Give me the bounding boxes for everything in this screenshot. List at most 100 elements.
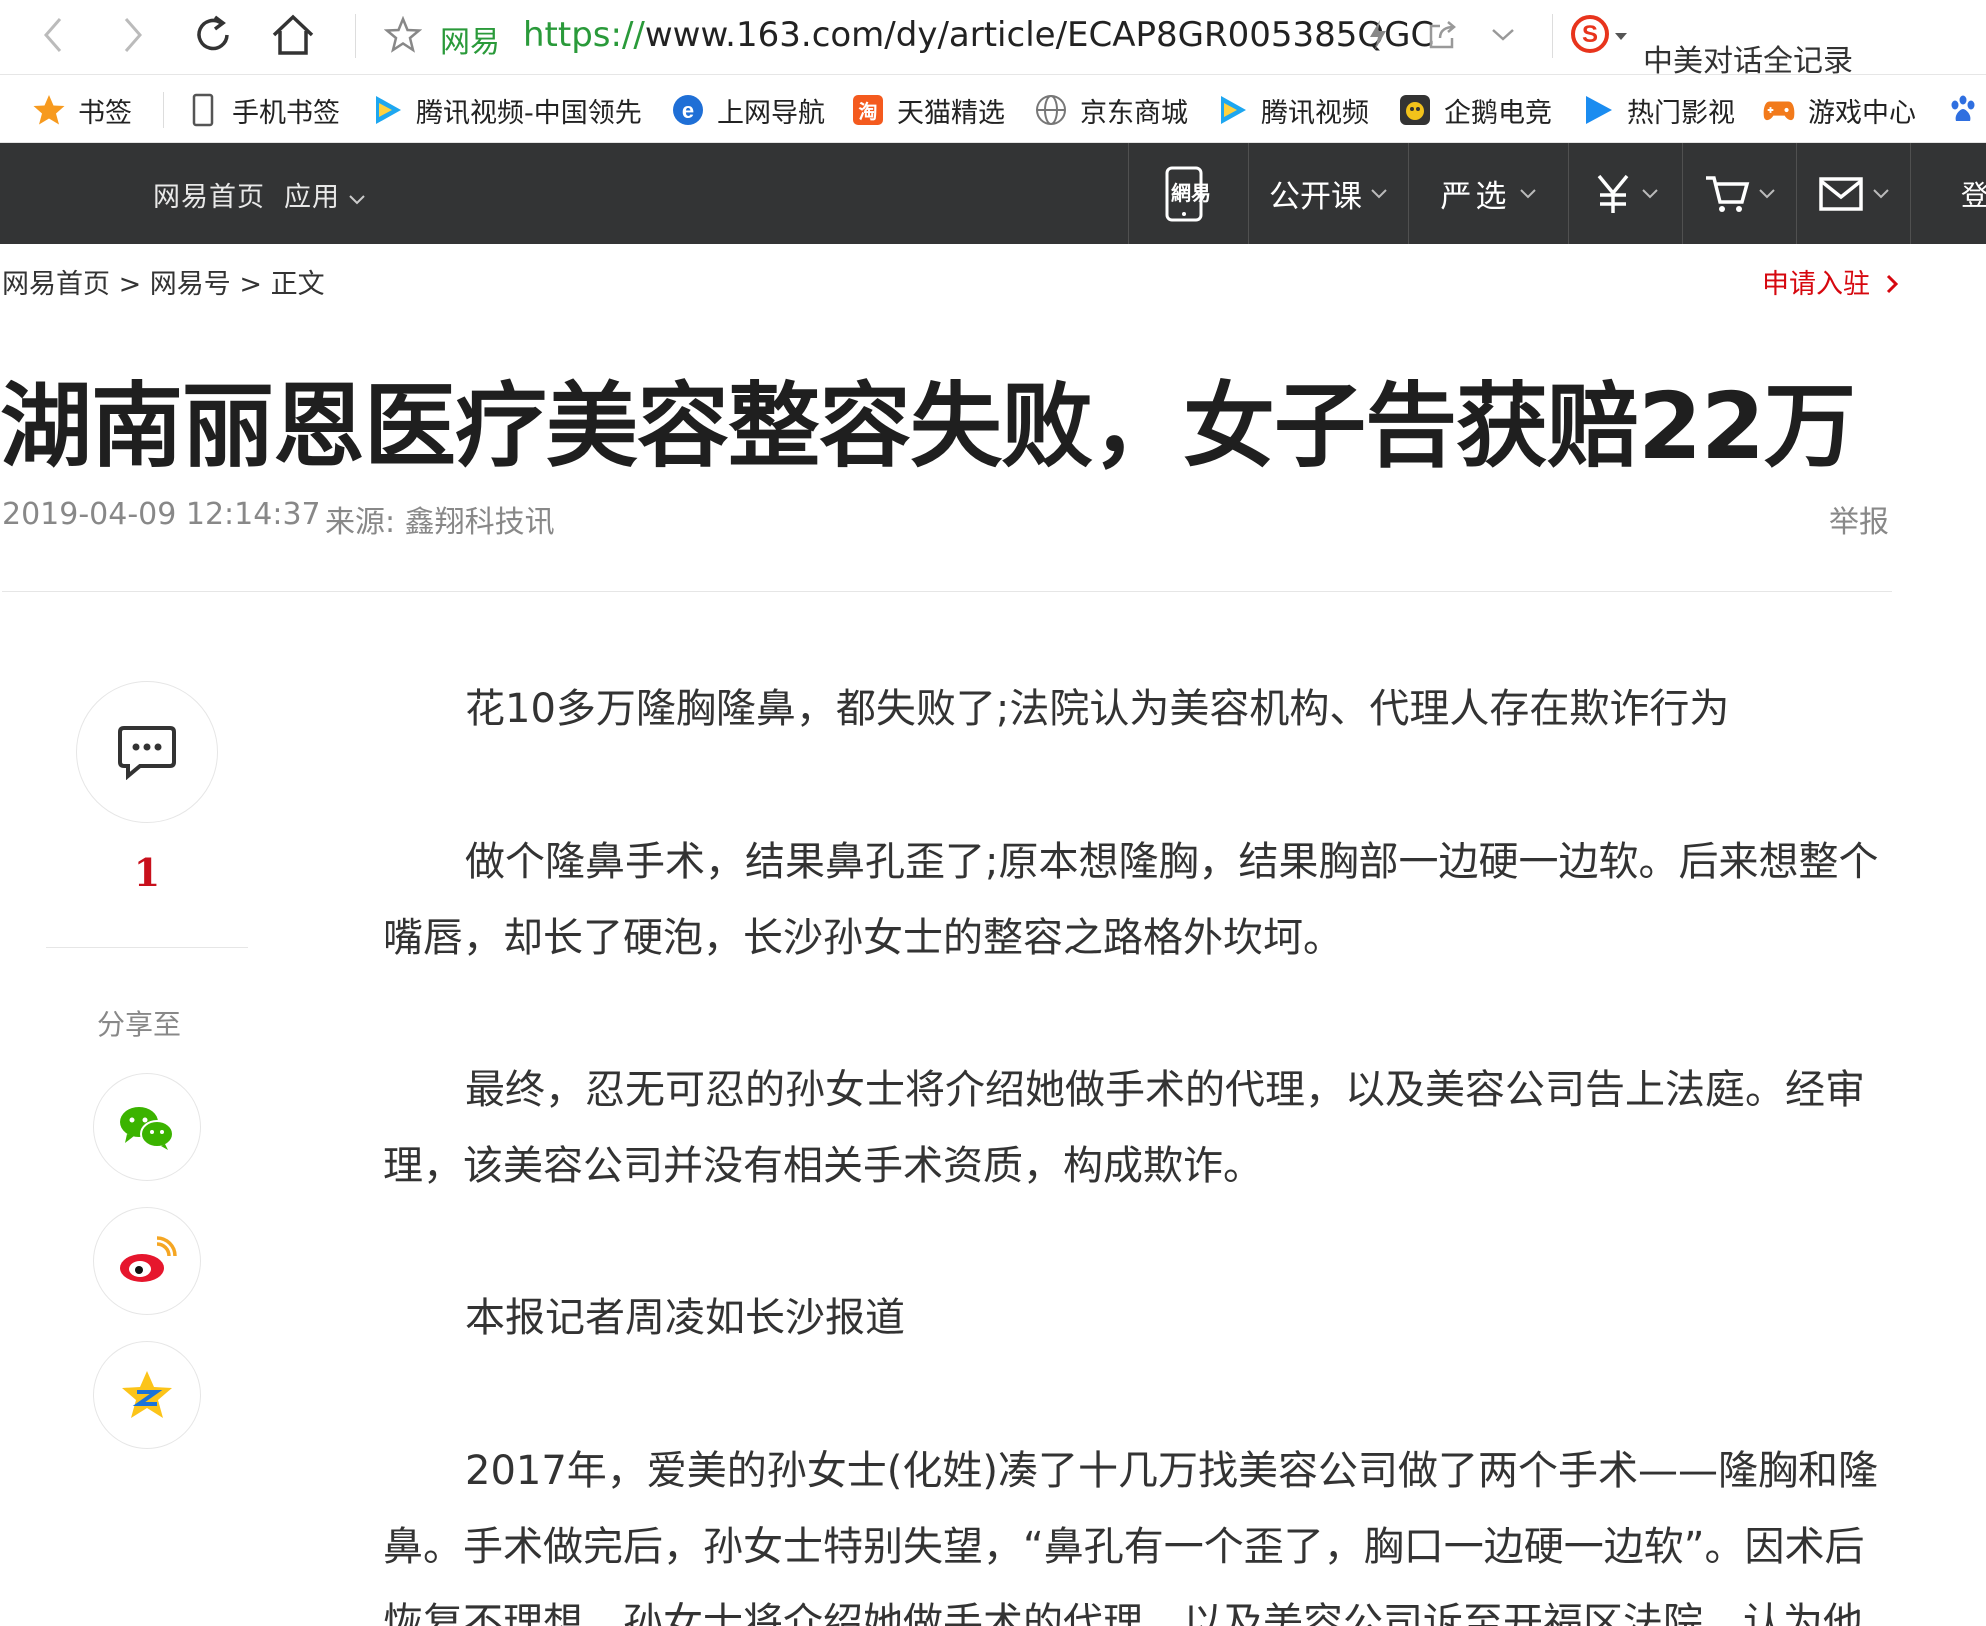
breadcrumb-separator: > <box>110 269 150 300</box>
divider <box>2 591 1892 592</box>
yuan-icon <box>1597 174 1628 213</box>
comment-count[interactable]: 1 <box>107 850 187 895</box>
bookmark-star-button[interactable] <box>378 10 428 60</box>
bookmark-item[interactable]: e 上网导航 <box>671 90 825 130</box>
svg-text:S: S <box>1582 21 1598 48</box>
bookmark-label: 热门影视 <box>1627 97 1735 129</box>
nav-apps-menu[interactable]: 应用 <box>284 175 366 214</box>
bookmark-item[interactable]: 京东商城 <box>1034 90 1188 130</box>
site-name-label: 网易 <box>440 25 500 60</box>
bookmark-item[interactable]: 手机书签 <box>186 90 340 130</box>
share-qzone-button[interactable] <box>93 1341 201 1449</box>
bookmark-item[interactable]: 书签 <box>32 90 132 130</box>
url-protocol: https:// <box>523 15 645 55</box>
reload-button[interactable] <box>188 10 238 60</box>
sogou-search-icon[interactable]: S <box>1570 14 1610 54</box>
star-icon <box>32 93 66 127</box>
bookmark-item[interactable] <box>1946 90 1986 130</box>
apply-join-label: 申请入驻 <box>1762 269 1870 300</box>
divider <box>163 92 164 128</box>
share-weibo-button[interactable] <box>93 1207 201 1315</box>
star-outline-icon <box>384 16 422 53</box>
bookmark-label: 京东商城 <box>1080 97 1188 129</box>
caret-down-icon[interactable] <box>1614 32 1628 42</box>
article-source[interactable]: 来源: 鑫翔科技讯 <box>325 497 555 541</box>
forward-button[interactable] <box>108 10 158 60</box>
globe-icon <box>1034 93 1068 127</box>
search-hint[interactable]: 中美对话全记录 <box>1643 36 1853 80</box>
bookmark-label: 腾讯视频-中国领先 <box>416 97 642 129</box>
nav-yanxuan-label: 严选 <box>1440 179 1511 215</box>
url-path: www.163.com/dy/article/ECAP8GR005385QGC <box>644 15 1435 55</box>
breadcrumb-current: 正文 <box>270 269 325 300</box>
nav-yanxuan[interactable]: 严选 <box>1408 143 1568 244</box>
share-icon <box>1429 21 1456 49</box>
tencent-video-icon <box>370 93 404 127</box>
nav-home-link[interactable]: 网易首页 <box>153 175 265 214</box>
mobile-logo-text: 網易 <box>1171 181 1211 205</box>
address-dropdown-button[interactable] <box>1478 10 1528 60</box>
article-paragraph: 2017年，爱美的孙女士(化姓)凑了十几万找美容公司做了两个手术——隆胸和隆鼻。… <box>383 1448 1879 1626</box>
chevron-down-icon <box>1371 188 1387 198</box>
bookmark-item[interactable]: 企鹅电竞 <box>1398 90 1552 130</box>
share-wechat-button[interactable] <box>93 1073 201 1181</box>
speed-mode-button[interactable] <box>1353 10 1403 60</box>
address-bar-url[interactable]: https://www.163.com/dy/article/ECAP8GR00… <box>523 15 1434 55</box>
chevron-down-icon <box>1872 188 1889 198</box>
phone-icon <box>186 93 220 127</box>
bookmark-item[interactable]: 热门影视 <box>1581 90 1735 130</box>
browser-toolbar: 网易 https://www.163.com/dy/article/ECAP8G… <box>0 0 1986 79</box>
bookmark-label: 腾讯视频 <box>1261 97 1369 129</box>
nav-yuan-finance[interactable] <box>1568 143 1682 244</box>
nav-shopping-cart[interactable] <box>1682 143 1796 244</box>
comment-button[interactable] <box>76 681 218 823</box>
share-page-button[interactable] <box>1418 10 1468 60</box>
article-paragraph: 本报记者周凌如长沙报道 <box>465 1295 905 1341</box>
svg-text:e: e <box>682 98 694 123</box>
chevron-down-icon <box>349 195 365 205</box>
nav-login[interactable]: 登 <box>1910 143 1986 244</box>
chevron-down-icon <box>1758 188 1775 198</box>
divider <box>1552 14 1553 58</box>
chevron-down-icon <box>1492 29 1514 41</box>
nav-mobile-app[interactable]: 網易 <box>1128 143 1248 244</box>
site-nav-bar: 网易首页 应用 網易 公开课 严选 登 <box>0 143 1986 244</box>
weibo-icon <box>120 1236 177 1282</box>
play-icon <box>1581 93 1615 127</box>
article-paragraph: 花10多万隆胸隆鼻，都失败了;法院认为美容机构、代理人存在欺诈行为 <box>465 686 1730 732</box>
nav-apps-label: 应用 <box>284 182 340 213</box>
bookmarks-bar: 书签 手机书签 腾讯视频-中国领先 e 上网导航 淘 天猫精选 京东商城 腾讯视… <box>0 76 1986 143</box>
back-button[interactable] <box>28 10 78 60</box>
share-label: 分享至 <box>97 1008 182 1041</box>
nav-open-course[interactable]: 公开课 <box>1248 143 1408 244</box>
nav-open-course-label: 公开课 <box>1269 179 1362 215</box>
bookmark-item[interactable]: 腾讯视频-中国领先 <box>370 90 642 130</box>
cart-icon <box>1705 175 1749 212</box>
apply-join-link[interactable]: 申请入驻 <box>1762 262 1899 301</box>
publish-time: 2019-04-09 12:14:37 <box>2 497 321 532</box>
breadcrumb-separator: > <box>230 269 271 300</box>
divider <box>355 14 356 58</box>
bookmark-label: 上网导航 <box>717 97 825 129</box>
bookmark-item[interactable]: 淘 天猫精选 <box>851 90 1005 130</box>
home-button[interactable] <box>268 10 318 60</box>
breadcrumb-section[interactable]: 网易号 <box>150 269 231 300</box>
reload-icon <box>197 15 229 51</box>
nav-mail[interactable] <box>1796 143 1910 244</box>
bookmark-item[interactable]: 腾讯视频 <box>1215 90 1369 130</box>
breadcrumb-home[interactable]: 网易首页 <box>2 269 110 300</box>
bookmark-label: 手机书签 <box>232 97 340 129</box>
home-icon <box>272 14 314 55</box>
baidu-paw-icon <box>1946 93 1980 127</box>
mail-icon <box>1818 176 1863 211</box>
article-title: 湖南丽恩医疗美容整容失败，女子告获赔22万 <box>0 373 1856 480</box>
qzone-star-icon <box>122 1371 172 1418</box>
bookmark-item[interactable]: 游戏中心 <box>1762 90 1916 130</box>
breadcrumb: 网易首页 > 网易号 > 正文 <box>2 262 325 301</box>
chevron-down-icon <box>1519 188 1536 198</box>
mobile-netease-icon: 網易 <box>1165 166 1211 221</box>
chevron-right-icon <box>1886 274 1898 294</box>
lightning-icon <box>1370 20 1386 50</box>
report-link[interactable]: 举报 <box>1829 497 1889 541</box>
nav-login-label: 登 <box>1961 174 1986 214</box>
